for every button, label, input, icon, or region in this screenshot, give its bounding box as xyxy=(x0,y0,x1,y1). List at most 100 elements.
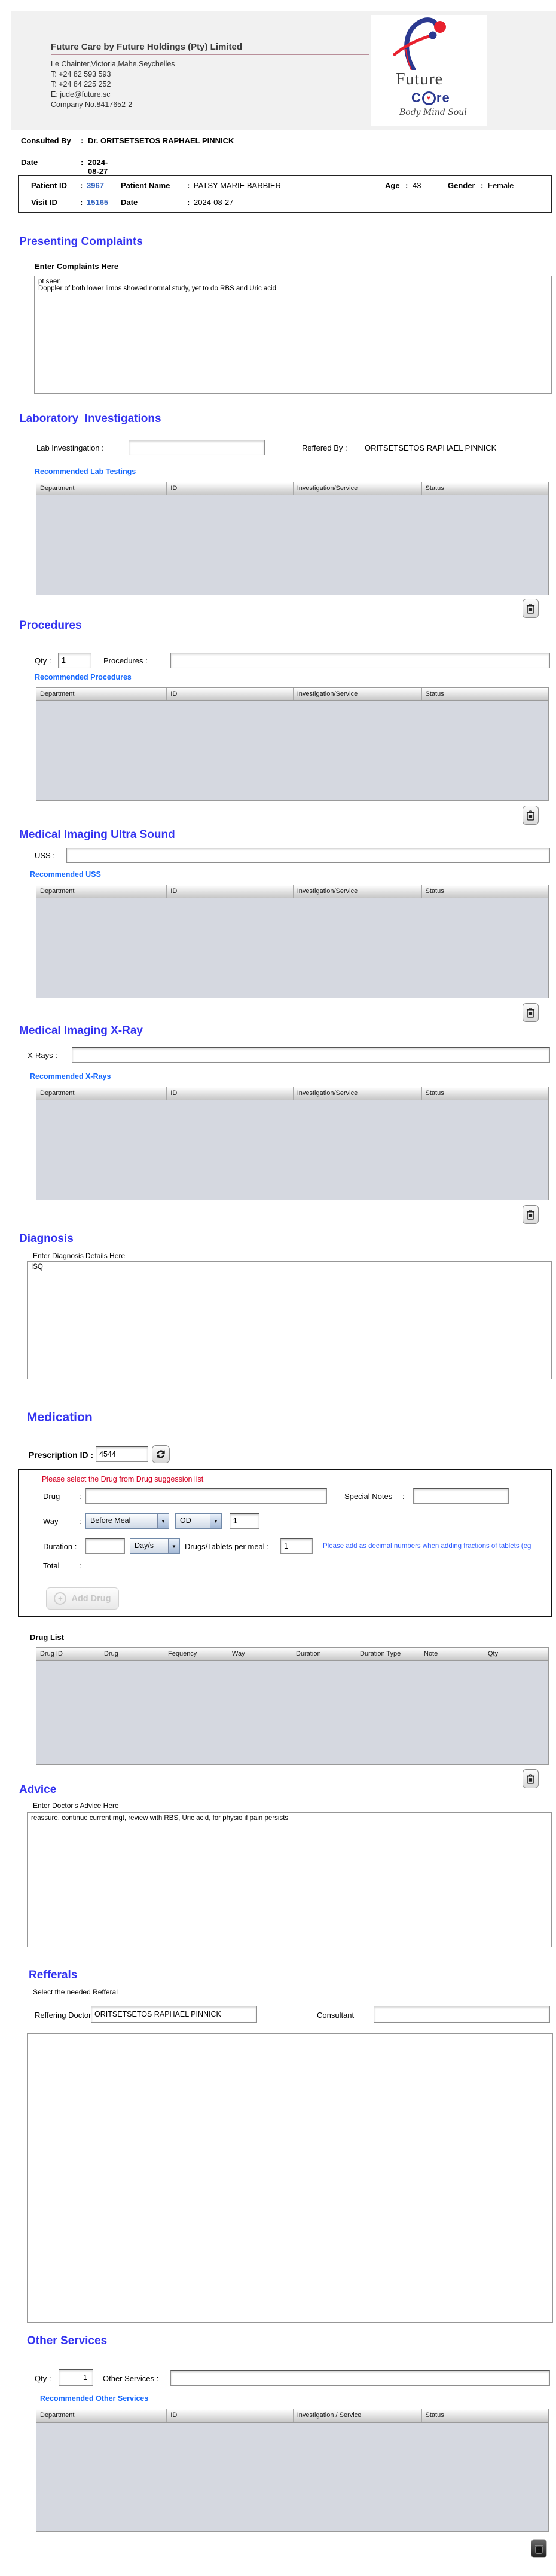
way-qty-input[interactable] xyxy=(230,1513,259,1529)
xray-table: Department ID Investigation/Service Stat… xyxy=(36,1087,549,1200)
delete-procedures-icon[interactable] xyxy=(523,806,539,825)
delete-lab-icon[interactable] xyxy=(523,599,539,618)
prescription-id-input[interactable] xyxy=(96,1446,148,1462)
patient-name-label: Patient Name xyxy=(121,181,170,190)
drug-col-frequency: Fequency xyxy=(164,1648,228,1660)
logo-wordmark-future: Future xyxy=(396,70,444,88)
diagnosis-textarea[interactable]: ISQ xyxy=(27,1261,552,1379)
special-notes-label: Special Notes xyxy=(344,1492,393,1501)
proc-col-id: ID xyxy=(167,688,294,700)
frequency-select-value: OD xyxy=(180,1516,191,1525)
procedures-qty-input[interactable] xyxy=(58,653,91,668)
way-select[interactable]: Before Meal ▼ xyxy=(85,1513,169,1529)
per-meal-input[interactable] xyxy=(280,1538,313,1554)
drug-list-label: Drug List xyxy=(30,1633,65,1642)
advice-textarea[interactable]: reassure, continue current mgt, review w… xyxy=(27,1812,552,1947)
lab-table-body[interactable] xyxy=(36,495,548,596)
other-services-input[interactable] xyxy=(170,2370,550,2386)
age-colon: : xyxy=(405,181,408,190)
decimal-hint: Please add as decimal numbers when addin… xyxy=(323,1543,531,1550)
advice-label: Enter Doctor's Advice Here xyxy=(33,1801,119,1810)
way-colon: : xyxy=(79,1517,81,1526)
company-number: Company No.8417652-2 xyxy=(51,100,133,109)
referrals-title: Refferals xyxy=(29,1969,78,1981)
gender-value: Female xyxy=(488,181,514,190)
drug-col-note: Note xyxy=(420,1648,484,1660)
recommended-procedures-link[interactable]: Recommended Procedures xyxy=(35,673,132,681)
company-logo: Future C ♥ re Body Mind Soul xyxy=(371,15,487,126)
special-notes-input[interactable] xyxy=(413,1488,509,1504)
recommended-uss-link[interactable]: Recommended USS xyxy=(30,870,101,879)
frequency-select[interactable]: OD ▼ xyxy=(175,1513,222,1529)
visit-date-colon: : xyxy=(187,198,190,207)
patient-id-value: 3967 xyxy=(87,181,104,190)
xray-col-id: ID xyxy=(167,1087,294,1100)
other-col-department: Department xyxy=(36,2409,167,2422)
consulted-by-value: Dr. ORITSETSETOS RAPHAEL PINNICK xyxy=(88,136,234,145)
delete-other-services-icon[interactable] xyxy=(531,2539,547,2558)
dropdown-arrow-icon: ▼ xyxy=(157,1514,169,1528)
drug-list-table-body[interactable] xyxy=(36,1661,548,1766)
add-drug-button[interactable]: + Add Drug xyxy=(46,1587,119,1610)
recommended-other-services-link[interactable]: Recommended Other Services xyxy=(40,2394,148,2403)
add-drug-label: Add Drug xyxy=(71,1593,111,1604)
xray-table-header: Department ID Investigation/Service Stat… xyxy=(36,1087,548,1100)
procedures-title: Procedures xyxy=(19,619,82,632)
delete-xray-icon[interactable] xyxy=(523,1205,539,1224)
recommended-lab-testings-link[interactable]: Recommended Lab Testings xyxy=(35,467,136,476)
way-label: Way xyxy=(43,1517,59,1526)
drug-col-drug: Drug xyxy=(100,1648,164,1660)
xray-input[interactable] xyxy=(72,1047,550,1063)
other-services-table-body[interactable] xyxy=(36,2423,548,2532)
gender-label: Gender xyxy=(448,181,475,190)
other-qty-label: Qty : xyxy=(35,2374,51,2383)
consultant-input[interactable] xyxy=(374,2006,550,2023)
reffered-by-label: Reffered By : xyxy=(302,443,347,452)
company-phone-1: T: +24 82 593 593 xyxy=(51,70,111,78)
uss-input[interactable] xyxy=(66,848,550,863)
patient-id-label: Patient ID xyxy=(31,181,67,190)
patient-id-colon: : xyxy=(80,181,83,190)
advice-title: Advice xyxy=(19,1783,57,1796)
drug-list-table: Drug ID Drug Fequency Way Duration Durat… xyxy=(36,1647,549,1765)
uss-title: Medical Imaging Ultra Sound xyxy=(19,828,175,841)
duration-input[interactable] xyxy=(85,1538,125,1554)
consultation-form-page: Future Care by Future Holdings (Pty) Lim… xyxy=(0,0,556,2576)
uss-table-body[interactable] xyxy=(36,898,548,999)
refresh-prescription-icon[interactable] xyxy=(152,1445,170,1463)
delete-drug-icon[interactable] xyxy=(523,1769,539,1788)
reffering-doctor-label: Reffering Doctor xyxy=(35,2011,91,2020)
referrals-listbox[interactable] xyxy=(27,2033,553,2323)
other-qty-input[interactable] xyxy=(59,2369,93,2386)
reffering-doctor-input[interactable] xyxy=(91,2006,257,2023)
lab-col-status: Status xyxy=(425,485,444,492)
other-col-investigation: Investigation / Service xyxy=(294,2409,422,2422)
company-title: Future Care by Future Holdings (Pty) Lim… xyxy=(51,42,369,55)
procedures-table-body[interactable] xyxy=(36,701,548,801)
delete-uss-icon[interactable] xyxy=(523,1003,539,1022)
logo-wordmark-care: C ♥ re xyxy=(411,90,450,106)
drug-col-duration: Duration xyxy=(292,1648,356,1660)
logo-tagline: Body Mind Soul xyxy=(399,108,467,117)
drug-entry-box: Please select the Drug from Drug suggess… xyxy=(18,1469,552,1617)
lab-col-id: ID xyxy=(167,482,294,495)
complaints-textarea[interactable]: pt seen Doppler of both lower limbs show… xyxy=(34,276,552,394)
other-services-label: Other Services : xyxy=(103,2374,159,2383)
consulted-by-label: Consulted By xyxy=(21,136,71,145)
consultant-label: Consultant xyxy=(317,2011,355,2020)
drug-input[interactable] xyxy=(85,1488,327,1504)
prescription-id-label: Prescription ID : xyxy=(29,1450,94,1460)
patient-name-colon: : xyxy=(187,181,190,190)
lab-col-investigation: Investigation/Service xyxy=(294,482,422,495)
logo-care-c: C xyxy=(411,90,421,105)
procedures-input[interactable] xyxy=(170,653,550,668)
company-phone-2: T: +24 84 225 252 xyxy=(51,80,111,88)
per-meal-label: Drugs/Tablets per meal : xyxy=(185,1542,269,1551)
recommended-xray-link[interactable]: Recommended X-Rays xyxy=(30,1072,111,1081)
visit-id-label: Visit ID xyxy=(31,198,57,207)
lab-investigation-input[interactable] xyxy=(129,440,265,455)
visit-date-value: 2024-08-27 xyxy=(194,198,234,207)
xray-table-body[interactable] xyxy=(36,1100,548,1201)
duration-type-select[interactable]: Day/s ▼ xyxy=(130,1538,180,1554)
uss-label: USS : xyxy=(35,851,55,860)
